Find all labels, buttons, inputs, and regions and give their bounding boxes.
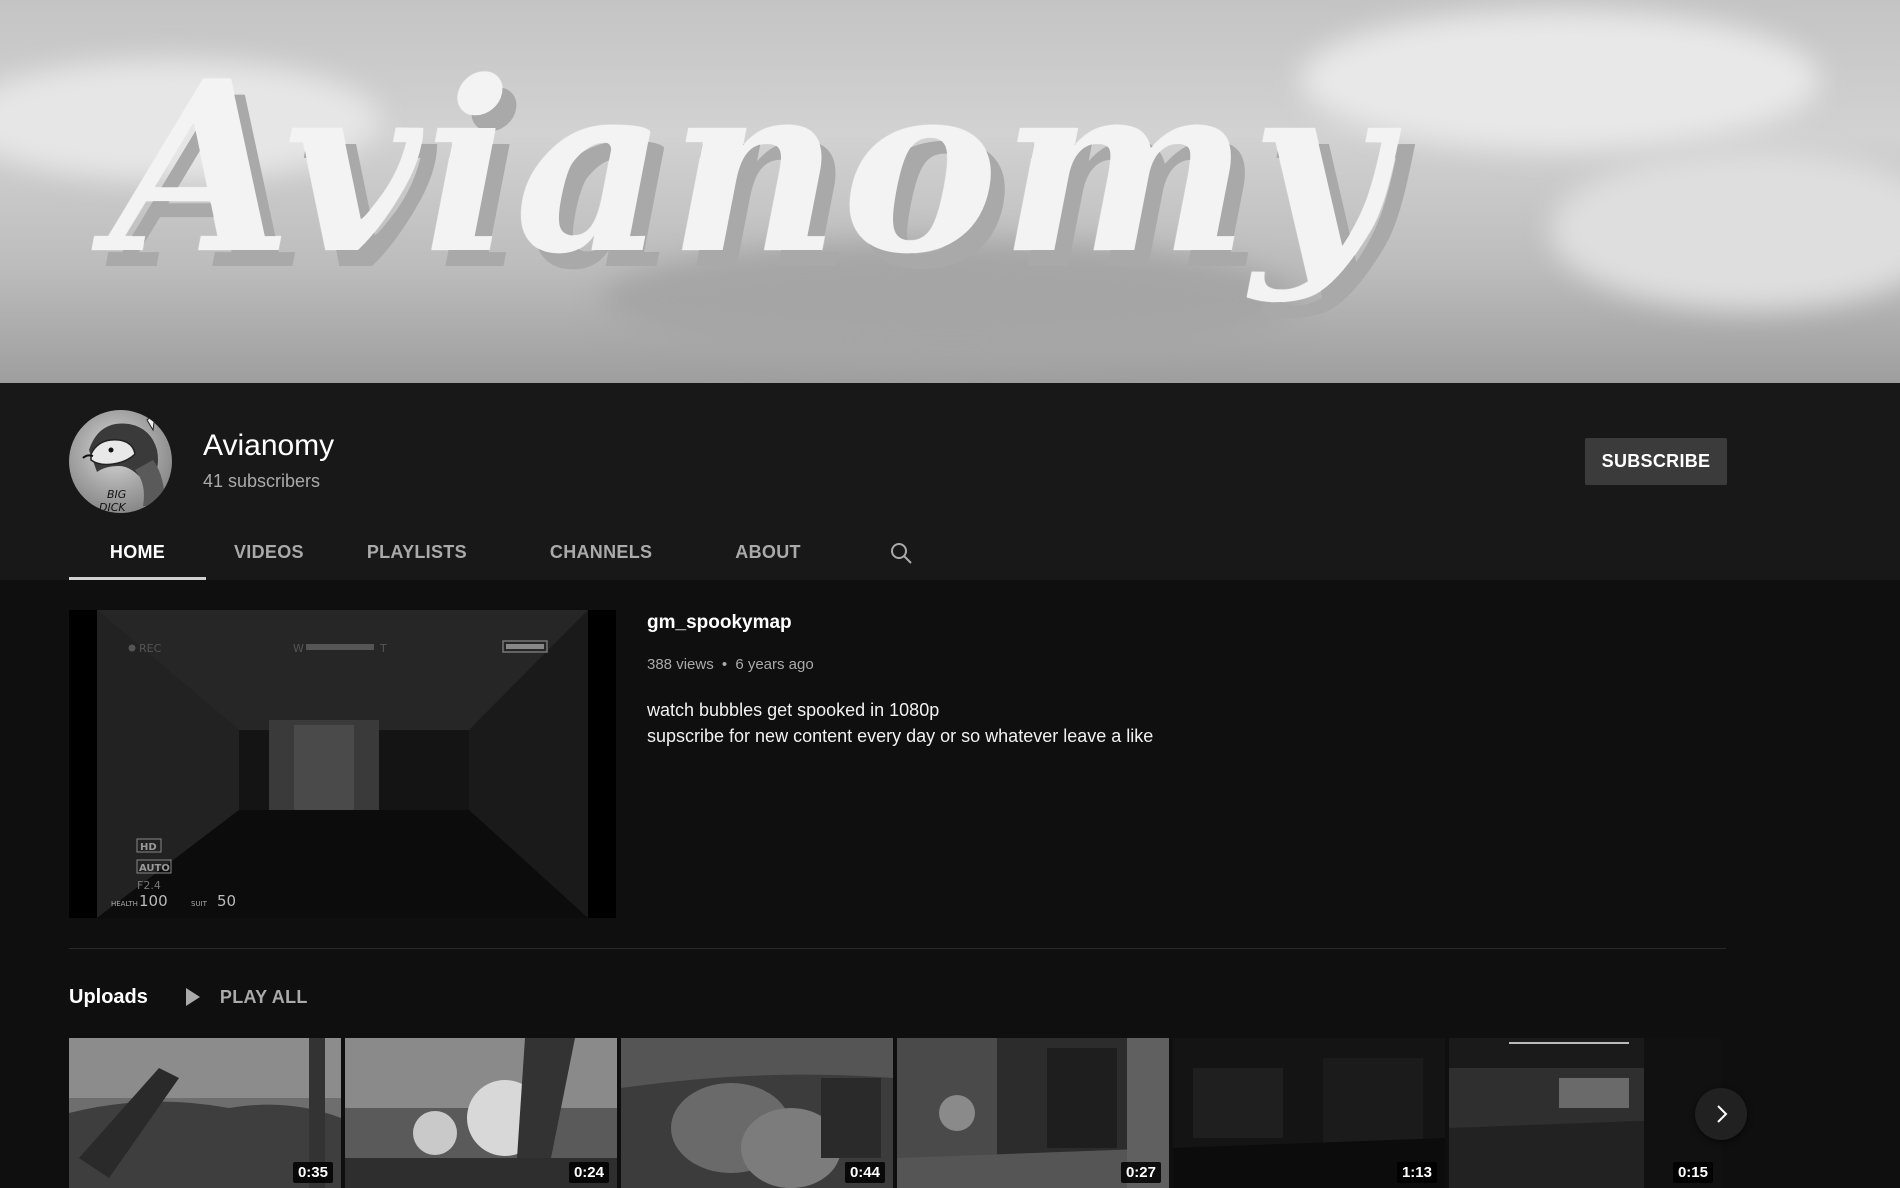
play-all-button[interactable]: PLAY ALL (184, 986, 308, 1008)
uploads-title[interactable]: Uploads (69, 986, 148, 1009)
shelf-next-button[interactable] (1695, 1088, 1747, 1140)
svg-text:DICK: DICK (99, 501, 126, 513)
featured-video-info: gm_spookymap 388 views • 6 years ago wat… (647, 612, 1547, 749)
video-thumbnail[interactable]: 0:44 (621, 1038, 893, 1188)
uploads-shelf: 0:35 0:24 0:44 0:27 1:13 0:15 (69, 1038, 1722, 1188)
description-line: watch bubbles get spooked in 1080p (647, 700, 940, 720)
chevron-right-icon (1717, 1105, 1728, 1123)
banner-cloud (1550, 150, 1900, 310)
play-all-label: PLAY ALL (219, 986, 308, 1007)
tab-about[interactable]: ABOUT (735, 525, 801, 580)
tab-videos[interactable]: VIDEOS (234, 525, 304, 580)
featured-video-description: watch bubbles get spooked in 1080p supsc… (647, 697, 1547, 749)
tab-home[interactable]: HOME (69, 525, 206, 580)
video-duration: 0:27 (1120, 1162, 1161, 1183)
svg-text:AUTO: AUTO (139, 863, 170, 874)
svg-text:W: W (293, 642, 304, 655)
svg-text:SUIT: SUIT (191, 900, 208, 908)
video-thumbnail[interactable]: 0:24 (345, 1038, 617, 1188)
subscribe-button[interactable]: SUBSCRIBE (1585, 438, 1727, 485)
video-duration: 0:35 (292, 1162, 333, 1183)
tab-channels[interactable]: CHANNELS (550, 525, 652, 580)
channel-avatar[interactable]: BIG DICK (69, 410, 172, 513)
tab-playlists[interactable]: PLAYLISTS (367, 525, 467, 580)
svg-text:BIG: BIG (107, 488, 126, 501)
channel-name: Avianomy (203, 429, 335, 462)
svg-text:T: T (379, 642, 387, 655)
video-thumbnail[interactable]: 0:15 (1449, 1038, 1721, 1188)
featured-video-meta: 388 views • 6 years ago (647, 656, 1547, 673)
video-duration: 0:44 (844, 1162, 885, 1183)
video-thumbnail[interactable]: 0:35 (69, 1038, 341, 1188)
meta-separator: • (721, 656, 728, 673)
featured-video-thumbnail[interactable]: REC W T HD AUTO F2.4 HEALTH 100 SUIT 50 (69, 610, 616, 918)
section-divider (69, 948, 1726, 949)
video-duration: 0:15 (1672, 1162, 1713, 1183)
video-thumbnail[interactable]: 1:13 (1173, 1038, 1445, 1188)
upload-age: 6 years ago (735, 656, 814, 673)
search-icon[interactable] (886, 525, 916, 580)
svg-text:REC: REC (139, 642, 162, 655)
video-duration: 1:13 (1396, 1162, 1437, 1183)
uploads-header: Uploads PLAY ALL (69, 982, 308, 1012)
view-count: 388 views (647, 656, 714, 673)
svg-text:100: 100 (139, 892, 168, 910)
featured-video-title[interactable]: gm_spookymap (647, 612, 1547, 634)
channel-banner: Avianomy (0, 0, 1900, 383)
video-thumbnail[interactable]: 0:27 (897, 1038, 1169, 1188)
video-duration: 0:24 (568, 1162, 609, 1183)
description-line: supscribe for new content every day or s… (647, 726, 1154, 746)
svg-text:HD: HD (140, 842, 157, 853)
svg-text:50: 50 (217, 892, 236, 910)
banner-title: Avianomy (110, 30, 1390, 306)
subscriber-count: 41 subscribers (203, 471, 321, 491)
featured-video-frame: REC W T HD AUTO F2.4 HEALTH 100 SUIT 50 (97, 610, 588, 918)
svg-text:HEALTH: HEALTH (111, 900, 138, 908)
play-icon (185, 988, 200, 1006)
svg-text:F2.4: F2.4 (137, 879, 161, 892)
channel-tabs: HOME VIDEOS PLAYLISTS CHANNELS ABOUT (69, 525, 916, 580)
channel-header: BIG DICK Avianomy 41 subscribers SUBSCRI… (0, 383, 1900, 580)
avatar-dog-icon: BIG DICK (82, 412, 165, 513)
